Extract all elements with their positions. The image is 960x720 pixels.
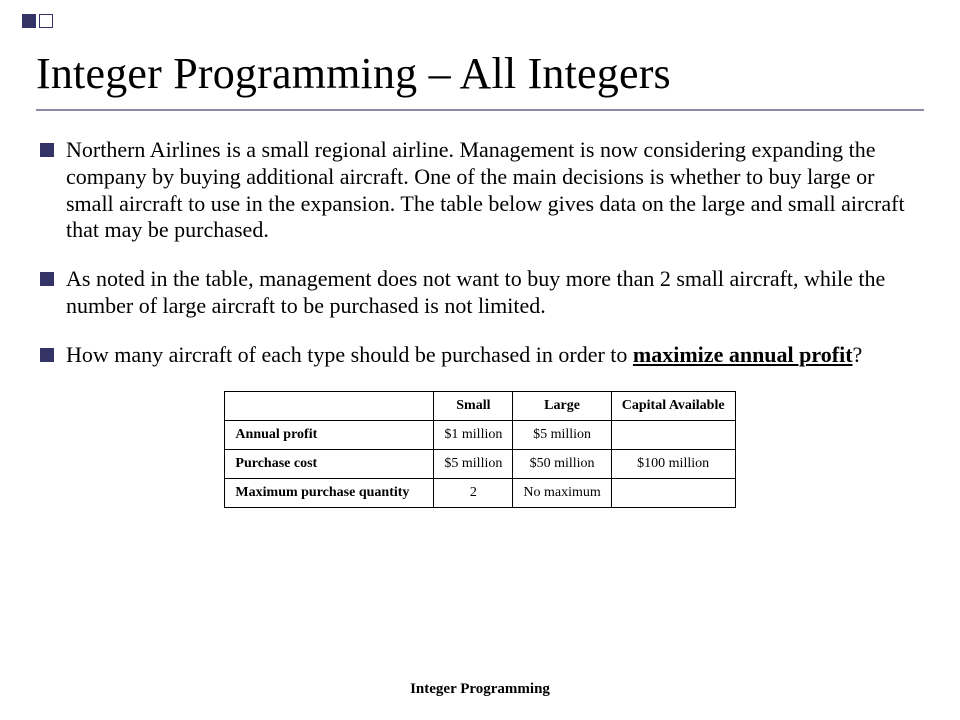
corner-decoration [22, 14, 53, 28]
bullet-item: Northern Airlines is a small regional ai… [40, 137, 920, 244]
table-header-cell: Large [513, 391, 611, 420]
slide-body: Integer Programming – All Integers North… [0, 0, 960, 508]
table-cell: No maximum [513, 478, 611, 507]
table-cell: $50 million [513, 449, 611, 478]
bullet-emphasis: maximize annual profit [633, 342, 853, 367]
bullet-list: Northern Airlines is a small regional ai… [36, 137, 924, 369]
bullet-icon [40, 272, 54, 286]
bullet-text: As noted in the table, management does n… [66, 266, 920, 320]
table-row: Annual profit $1 million $5 million [225, 420, 735, 449]
bullet-prefix: How many aircraft of each type should be… [66, 342, 633, 367]
bullet-item: As noted in the table, management does n… [40, 266, 920, 320]
table-header-cell [225, 391, 434, 420]
bullet-icon [40, 348, 54, 362]
bullet-item: How many aircraft of each type should be… [40, 342, 920, 369]
aircraft-table: Small Large Capital Available Annual pro… [224, 391, 735, 508]
table-header-cell: Small [434, 391, 513, 420]
slide-footer: Integer Programming [0, 681, 960, 698]
table-cell: $1 million [434, 420, 513, 449]
table-row-label: Purchase cost [225, 449, 434, 478]
bullet-text: How many aircraft of each type should be… [66, 342, 920, 369]
table-row: Maximum purchase quantity 2 No maximum [225, 478, 735, 507]
table-row-label: Annual profit [225, 420, 434, 449]
table-cell: $100 million [611, 449, 735, 478]
table-container: Small Large Capital Available Annual pro… [36, 391, 924, 508]
table-cell: $5 million [513, 420, 611, 449]
title-underline [36, 109, 924, 111]
bullet-icon [40, 143, 54, 157]
table-cell [611, 420, 735, 449]
slide-title: Integer Programming – All Integers [36, 48, 924, 99]
table-row: Purchase cost $5 million $50 million $10… [225, 449, 735, 478]
table-cell: $5 million [434, 449, 513, 478]
bullet-text: Northern Airlines is a small regional ai… [66, 137, 920, 244]
table-header-row: Small Large Capital Available [225, 391, 735, 420]
bullet-suffix: ? [853, 342, 863, 367]
decoration-square-outline [39, 14, 53, 28]
table-row-label: Maximum purchase quantity [225, 478, 434, 507]
decoration-square-filled [22, 14, 36, 28]
table-cell [611, 478, 735, 507]
table-cell: 2 [434, 478, 513, 507]
table-header-cell: Capital Available [611, 391, 735, 420]
